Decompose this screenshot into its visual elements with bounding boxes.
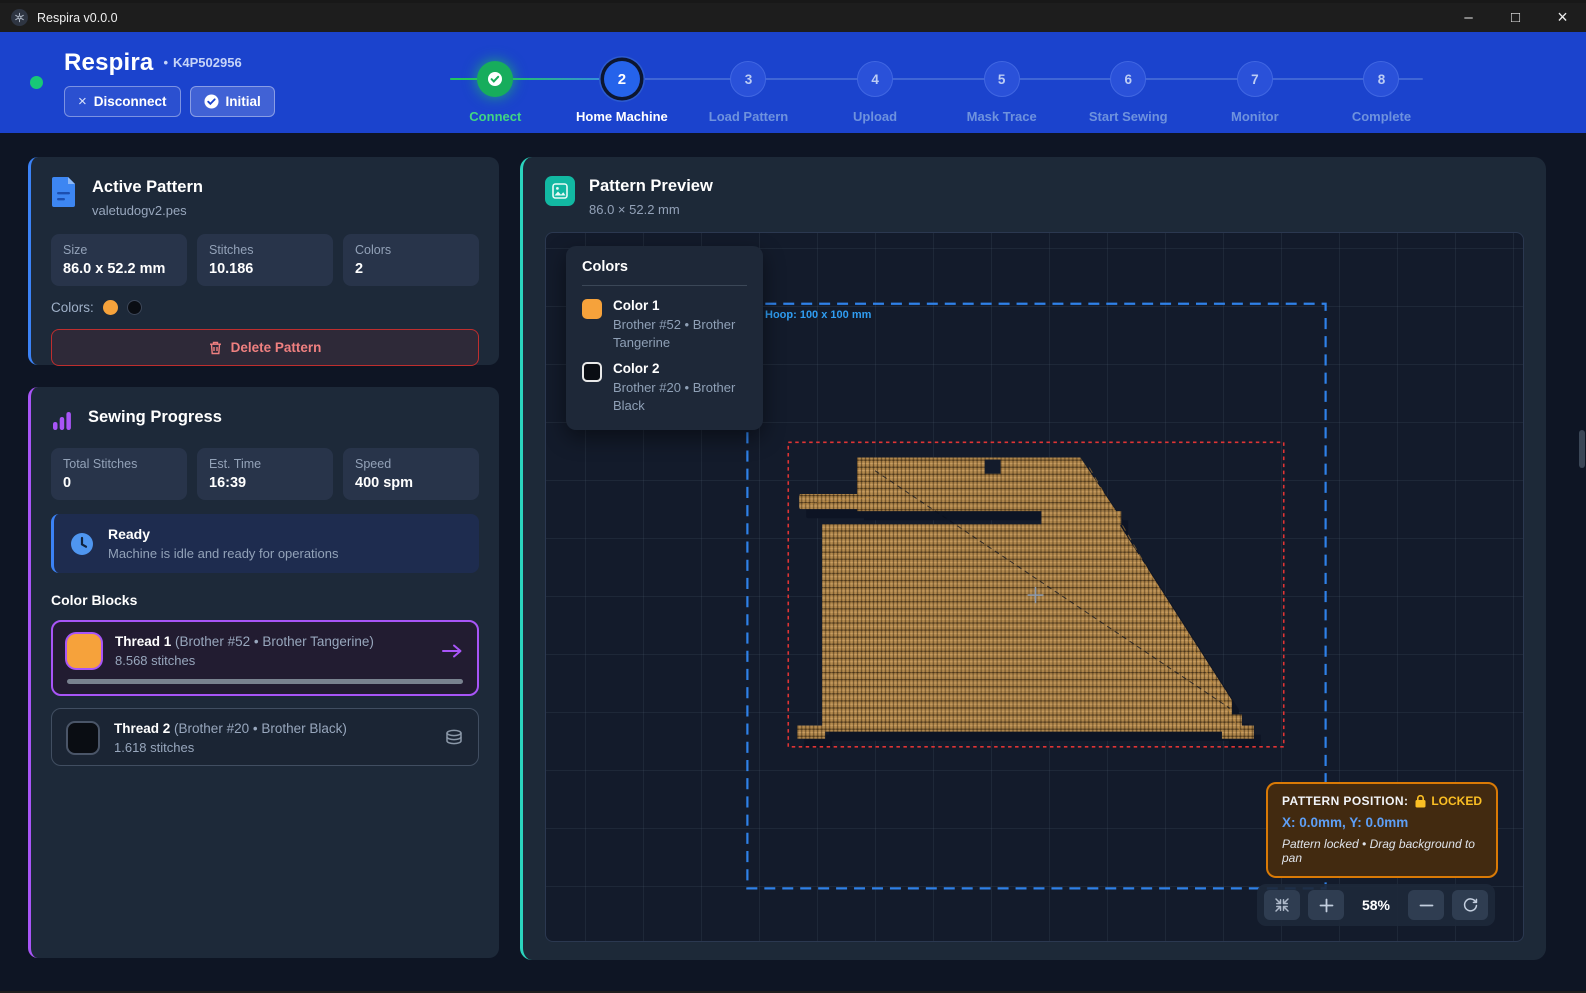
embroidery-pattern (797, 458, 1254, 739)
thread-2-stitch-count: 1.618 stitches (114, 740, 430, 755)
step-mask-trace[interactable]: 5 Mask Trace (938, 32, 1065, 133)
pattern-notch (985, 460, 1001, 474)
color-swatch-1 (103, 300, 118, 315)
disconnect-button[interactable]: × Disconnect (64, 86, 181, 117)
stat-est-time: Est. Time 16:39 (197, 448, 333, 500)
colors-legend: Colors Color 1 Brother #52 • Brother Tan… (566, 246, 763, 430)
thread-block-1[interactable]: Thread 1 (Brother #52 • Brother Tangerin… (51, 620, 479, 696)
clock-icon (70, 532, 94, 556)
locked-badge: LOCKED (1415, 794, 1482, 808)
thread-1-progress-bar (67, 679, 463, 684)
step-home-machine[interactable]: 2 Home Machine (559, 32, 686, 133)
reset-view-icon (1462, 897, 1479, 914)
hoop-size-label: Hoop: 100 x 100 mm (765, 309, 871, 321)
close-button[interactable]: × (1539, 3, 1586, 32)
fit-view-button[interactable] (1264, 890, 1300, 920)
layers-icon (444, 728, 464, 748)
pattern-preview-panel: Pattern Preview 86.0 × 52.2 mm (520, 157, 1546, 960)
step-number: 3 (730, 61, 766, 97)
preview-title: Pattern Preview (589, 176, 713, 196)
check-circle-icon (204, 94, 219, 109)
initial-button[interactable]: Initial (190, 86, 275, 117)
chart-bars-icon (51, 406, 73, 432)
thread-2-swatch (66, 721, 100, 755)
zoom-level: 58% (1352, 897, 1400, 913)
legend-item-color2: Color 2 Brother #20 • Brother Black (582, 361, 747, 414)
active-pattern-card: Active Pattern valetudogv2.pes Size 86.0… (28, 157, 499, 365)
preview-canvas[interactable]: Hoop: 100 x 100 mm Colors Color 1 Brothe… (545, 232, 1524, 942)
reset-view-button[interactable] (1452, 890, 1488, 920)
step-load-pattern[interactable]: 3 Load Pattern (685, 32, 812, 133)
machine-serial: •K4P502956 (163, 55, 241, 70)
step-start-sewing[interactable]: 6 Start Sewing (1065, 32, 1192, 133)
document-icon (51, 176, 77, 208)
active-pattern-title: Active Pattern (92, 176, 203, 197)
app-header: Respira •K4P502956 × Disconnect Initial (0, 32, 1586, 133)
plus-icon (1319, 898, 1334, 913)
lock-icon (1415, 795, 1426, 808)
legend-swatch-2 (582, 362, 602, 382)
step-number: 7 (1237, 61, 1273, 97)
x-icon: × (78, 93, 87, 110)
thread-1-stitch-count: 8.568 stitches (115, 653, 427, 668)
step-done-check-icon (477, 61, 513, 97)
delete-pattern-button[interactable]: Delete Pattern (51, 329, 479, 366)
colors-label: Colors: (51, 300, 94, 315)
pan-hint: Pattern locked • Drag background to pan (1282, 837, 1482, 865)
connection-status-dot (30, 76, 43, 89)
trash-icon (209, 341, 222, 355)
minus-icon (1419, 898, 1434, 913)
pattern-coordinates: X: 0.0mm, Y: 0.0mm (1282, 815, 1482, 830)
window-titlebar: Respira v0.0.0 – □ × (0, 0, 1586, 32)
status-title: Ready (108, 526, 339, 542)
status-description: Machine is idle and ready for operations (108, 546, 339, 561)
step-connect[interactable]: Connect (432, 32, 559, 133)
preview-dimensions: 86.0 × 52.2 mm (589, 202, 713, 217)
window-title: Respira v0.0.0 (37, 11, 118, 25)
step-number: 8 (1363, 61, 1399, 97)
legend-swatch-1 (582, 299, 602, 319)
sewing-progress-title: Sewing Progress (88, 406, 222, 427)
step-monitor[interactable]: 7 Monitor (1192, 32, 1319, 133)
step-number: 6 (1110, 61, 1146, 97)
minimize-button[interactable]: – (1445, 3, 1492, 32)
thread-1-swatch (67, 634, 101, 668)
color-swatch-2 (127, 300, 142, 315)
legend-item-color1: Color 1 Brother #52 • Brother Tangerine (582, 298, 747, 351)
stat-size: Size 86.0 x 52.2 mm (51, 234, 187, 286)
window-scrollbar-thumb[interactable] (1579, 430, 1585, 468)
thread-block-2[interactable]: Thread 2 (Brother #20 • Brother Black) 1… (51, 708, 479, 766)
zoom-in-button[interactable] (1308, 890, 1344, 920)
stat-speed: Speed 400 spm (343, 448, 479, 500)
machine-status-banner: Ready Machine is idle and ready for oper… (51, 514, 479, 573)
image-icon (545, 176, 575, 206)
app-icon (11, 9, 28, 26)
brand-title: Respira (64, 49, 153, 77)
step-number: 2 (604, 61, 640, 97)
maximize-button[interactable]: □ (1492, 3, 1539, 32)
stat-total-stitches: Total Stitches 0 (51, 448, 187, 500)
zoom-controls: 58% (1257, 884, 1495, 926)
arrow-right-icon (441, 642, 463, 660)
stat-stitches: Stitches 10.186 (197, 234, 333, 286)
color-blocks-heading: Color Blocks (51, 592, 479, 608)
workflow-stepper: Connect 2 Home Machine 3 Load Pattern 4 … (432, 32, 1445, 133)
sewing-progress-card: Sewing Progress Total Stitches 0 Est. Ti… (28, 387, 499, 958)
zoom-out-button[interactable] (1408, 890, 1444, 920)
step-number: 5 (984, 61, 1020, 97)
step-number: 4 (857, 61, 893, 97)
step-complete[interactable]: 8 Complete (1318, 32, 1445, 133)
fit-view-icon (1274, 897, 1290, 913)
pattern-filename: valetudogv2.pes (92, 203, 203, 218)
pattern-position-overlay: PATTERN POSITION: LOCKED X: 0.0mm, Y: 0.… (1266, 782, 1498, 878)
stat-colors: Colors 2 (343, 234, 479, 286)
step-upload[interactable]: 4 Upload (812, 32, 939, 133)
